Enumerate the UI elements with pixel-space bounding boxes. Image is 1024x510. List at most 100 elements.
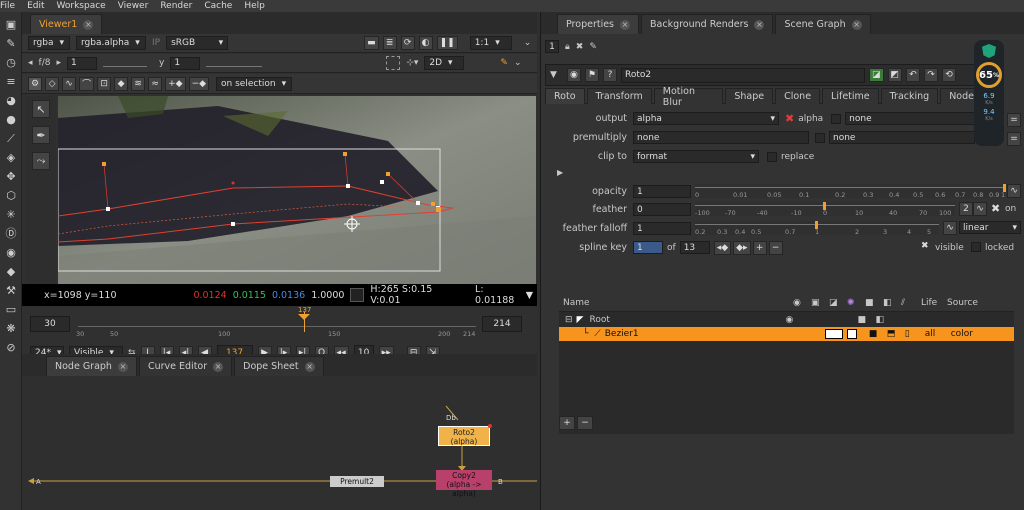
table-row[interactable]: ⊟ ◤ Root ◉ ■ ◧: [559, 313, 1014, 327]
brush-icon[interactable]: ✎: [500, 58, 508, 68]
visible-checkbox[interactable]: ✖: [921, 241, 929, 251]
clear-icon[interactable]: ✖: [576, 42, 584, 52]
expand-arrow-icon[interactable]: ▶: [557, 168, 563, 177]
add-key-icon[interactable]: +◆: [165, 76, 186, 91]
invert-icon[interactable]: ◪: [829, 298, 847, 308]
close-icon[interactable]: ×: [117, 361, 128, 372]
output-aux-checkbox[interactable]: [831, 113, 842, 124]
node-roto2[interactable]: Roto2 (alpha): [438, 426, 490, 446]
opacity-input[interactable]: 1: [633, 185, 691, 198]
splinekey-input[interactable]: 1: [633, 241, 663, 254]
curve-icon[interactable]: ∿: [943, 221, 957, 235]
overlay-icon[interactable]: ■: [865, 298, 883, 308]
pen-icon[interactable]: ✒: [32, 126, 50, 144]
particles-icon[interactable]: ✳: [4, 209, 18, 221]
toolsets-icon[interactable]: ⚒: [4, 285, 18, 297]
axis-icon[interactable]: ⊹▾: [406, 58, 418, 68]
keyer-icon[interactable]: ⟋: [4, 133, 18, 145]
subtab-transform[interactable]: Transform: [586, 88, 652, 104]
close-icon[interactable]: ×: [83, 19, 94, 30]
subtab-clone[interactable]: Clone: [775, 88, 821, 104]
in-point-field[interactable]: 30: [30, 316, 70, 332]
motion-blur-icon[interactable]: ≈: [148, 76, 163, 91]
prev-key-icon[interactable]: ◂◆: [713, 240, 732, 255]
subtab-tracking[interactable]: Tracking: [880, 88, 939, 104]
premultiply-none-dropdown[interactable]: none: [829, 131, 975, 144]
gamma-input[interactable]: 1: [170, 56, 201, 70]
autokey-icon[interactable]: ◆: [114, 76, 129, 91]
feather-icon[interactable]: ⌒: [79, 76, 95, 91]
remove-key-icon[interactable]: −◆: [188, 76, 210, 91]
gain-slider[interactable]: [103, 59, 147, 67]
add-button[interactable]: +: [559, 416, 575, 430]
redo-icon[interactable]: ↷: [924, 68, 939, 82]
opacity-slider[interactable]: 0 0.01 0.05 0.1 0.2 0.3 0.4 0.5 0.6 0.7 …: [695, 184, 1006, 199]
time-icon[interactable]: ◷: [4, 57, 18, 69]
collapse-icon[interactable]: ⊟: [565, 315, 573, 325]
hide-curves-icon[interactable]: ∿: [62, 76, 77, 91]
tab-background-renders[interactable]: Background Renders ×: [641, 14, 774, 34]
cara-icon[interactable]: ⊘: [4, 342, 18, 354]
blend-icon[interactable]: ◧: [883, 298, 901, 308]
node-premult2[interactable]: Premult2: [330, 476, 384, 487]
ip-button[interactable]: IP: [152, 38, 160, 48]
output-none-dropdown[interactable]: none: [845, 112, 976, 125]
views-icon[interactable]: ◉: [4, 247, 18, 259]
feather-slider[interactable]: -100 -70 -40 -10 0 10 40 70 100: [695, 202, 955, 217]
next-arrow-icon[interactable]: ▸: [56, 58, 61, 68]
tab-dope-sheet[interactable]: Dope Sheet ×: [234, 356, 324, 376]
frame-slider[interactable]: 137 30 50 100 150 200 214: [76, 306, 476, 338]
menu-edit[interactable]: Edit: [27, 1, 44, 11]
motion-blur-icon[interactable]: ▯: [905, 329, 925, 339]
feather-on-checkbox[interactable]: ✖: [991, 202, 1000, 215]
viewer-canvas[interactable]: [58, 96, 536, 284]
out-point-field[interactable]: 214: [482, 316, 522, 332]
falloff-input[interactable]: 1: [633, 222, 691, 235]
other-icon[interactable]: ▭: [4, 304, 18, 316]
merge-icon[interactable]: ◈: [4, 152, 18, 164]
tab-curve-editor[interactable]: Curve Editor ×: [138, 356, 233, 376]
equals-icon[interactable]: =: [1007, 113, 1021, 127]
refresh-icon[interactable]: ⟳: [400, 36, 415, 50]
paint-brush-icon[interactable]: ✎: [4, 38, 18, 50]
close-icon[interactable]: ×: [213, 361, 224, 372]
3d-icon[interactable]: ⬡: [4, 190, 18, 202]
gamma-slider[interactable]: [206, 59, 263, 67]
colorspace-dropdown[interactable]: sRGB ▾: [166, 36, 229, 50]
add-key-icon[interactable]: +: [752, 240, 767, 255]
feather-input[interactable]: 0: [633, 203, 691, 216]
node-copy2[interactable]: Copy2 (alpha -> alpha): [436, 470, 492, 498]
red-x-icon[interactable]: ✖: [785, 112, 794, 125]
color-icon[interactable]: ✺: [847, 298, 865, 308]
pause-icon[interactable]: ❚❚: [436, 36, 458, 50]
channels-dropdown[interactable]: rgba ▾: [28, 36, 70, 50]
metadata-icon[interactable]: ◆: [4, 266, 18, 278]
falloff-type-dropdown[interactable]: linear ▾: [959, 221, 1021, 234]
locked-checkbox[interactable]: [971, 242, 981, 252]
subtab-shape[interactable]: Shape: [725, 88, 774, 104]
color-swatch[interactable]: [846, 329, 857, 339]
next-key-icon[interactable]: ◆▸: [733, 240, 751, 255]
menu-render[interactable]: Render: [160, 1, 192, 11]
help-icon[interactable]: ?: [603, 68, 617, 82]
falloff-slider[interactable]: 0.2 0.3 0.4 0.5 0.7 1 2 3 4 5: [695, 221, 939, 236]
clipto-dropdown[interactable]: format ▾: [633, 150, 759, 163]
feather-count-button[interactable]: 2: [959, 202, 973, 216]
triangle-down-icon[interactable]: ▼: [526, 290, 533, 301]
playhead-icon[interactable]: [298, 314, 310, 320]
replace-checkbox[interactable]: [767, 151, 777, 162]
eye-icon[interactable]: ◉: [793, 298, 811, 308]
menu-viewer[interactable]: Viewer: [118, 1, 149, 11]
transform-handle-icon[interactable]: ⊡: [97, 76, 112, 91]
menu-file[interactable]: File: [0, 1, 15, 11]
curve-icon[interactable]: ∿: [973, 202, 987, 216]
subtab-lifetime[interactable]: Lifetime: [822, 88, 879, 104]
transform-icon[interactable]: ✥: [4, 171, 18, 183]
menu-cache[interactable]: Cache: [204, 1, 232, 11]
filter-icon[interactable]: ●: [4, 114, 18, 126]
bezier-icon[interactable]: ⤳: [32, 152, 50, 170]
gain-icon[interactable]: ◐: [418, 36, 433, 50]
image-icon[interactable]: ▣: [4, 19, 18, 31]
delete-key-icon[interactable]: −: [768, 240, 783, 255]
lock-icon[interactable]: ▣: [811, 298, 829, 308]
